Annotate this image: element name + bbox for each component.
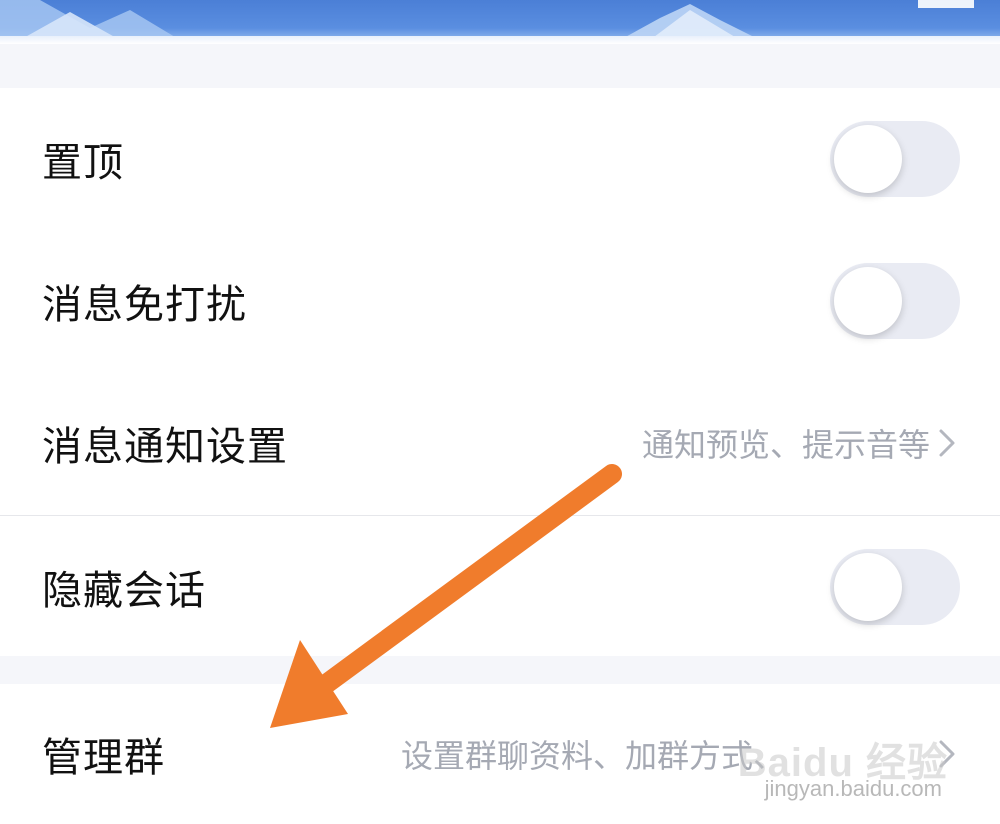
toggle-knob [834,125,902,193]
notification-settings-label: 消息通知设置 [42,424,288,470]
hide-chat-label: 隐藏会话 [42,568,206,614]
manage-group-label: 管理群 [42,735,165,781]
pin-label: 置顶 [42,140,124,186]
banner-fade [0,36,1000,44]
chevron-right-icon [939,429,955,457]
notification-settings-summary: 通知预览、提示音等 [641,426,930,464]
settings-card: 置顶 消息免打扰 消息通知设置 通知预览、提示音等 隐藏会话 [0,88,1000,656]
pin-row[interactable]: 置顶 [0,88,1000,230]
toggle-knob [834,267,902,335]
section-gap [0,44,1000,88]
header-banner [0,0,1000,40]
watermark-url: jingyan.baidu.com [764,776,942,801]
hide-chat-toggle[interactable] [830,549,960,625]
mute-row[interactable]: 消息免打扰 [0,230,1000,372]
toggle-knob [834,553,902,621]
notification-settings-row[interactable]: 消息通知设置 通知预览、提示音等 [0,372,1000,514]
mute-toggle[interactable] [830,263,960,339]
hide-chat-row[interactable]: 隐藏会话 [0,516,1000,658]
mountain-decoration [0,0,974,40]
pin-toggle[interactable] [830,121,960,197]
manage-group-summary: 设置群聊资料、加群方式、 [400,737,785,775]
mute-label: 消息免打扰 [42,282,247,328]
